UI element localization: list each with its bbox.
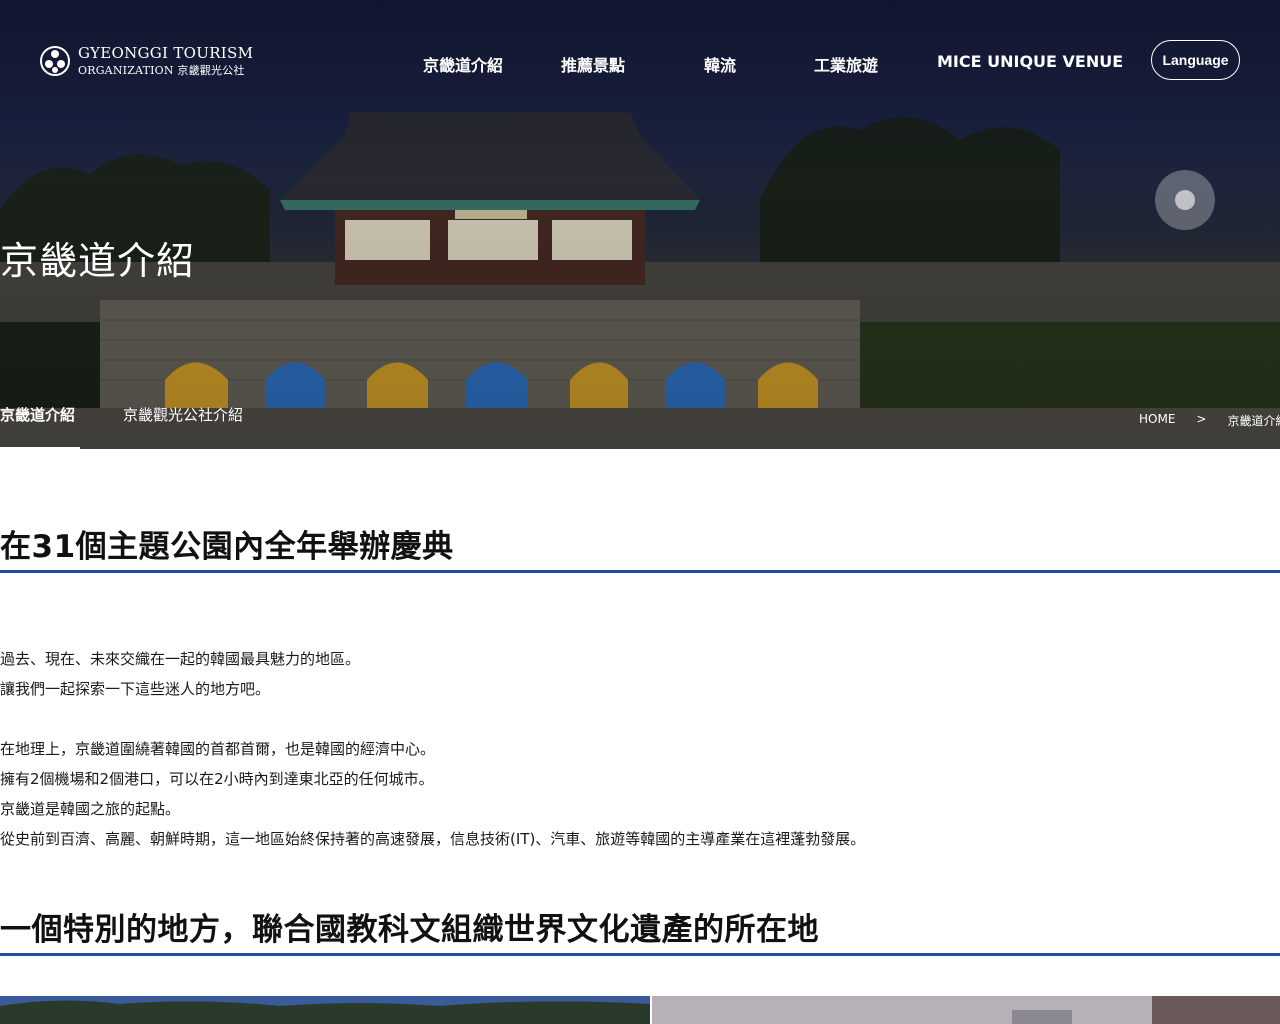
geography-line-2: 擁有2個機場和2個港口，可以在2小時內到達東北亞的任何城市。 — [0, 770, 434, 788]
nav-item-hallyu[interactable]: 韓流 — [704, 52, 736, 76]
geography-line-4: 從史前到百濟、高麗、朝鮮時期，這一地區始終保持著的高速發展，信息技術(IT)、汽… — [0, 830, 866, 848]
section-title-unesco: 一個特別的地方，聯合國教科文組織世界文化遺產的所在地 — [0, 912, 819, 948]
breadcrumb: HOME > 京畿道介紹 — [1139, 412, 1280, 429]
hero-banner: GYEONGGI TOURISM ORGANIZATION 京畿觀光公社 京畿道… — [0, 0, 1280, 449]
breadcrumb-separator: > — [1196, 412, 1207, 426]
geography-line-3: 京畿道是韓國之旅的起點。 — [0, 800, 181, 818]
geography-line-1: 在地理上，京畿道圍繞著韓國的首都首爾，也是韓國的經濟中心。 — [0, 740, 436, 758]
nav-item-recommended-spots[interactable]: 推薦景點 — [561, 52, 625, 76]
page-title: 京畿道介紹 — [0, 239, 196, 283]
active-tab-indicator — [0, 447, 80, 449]
subtab-gyeonggi-intro[interactable]: 京畿道介紹 — [0, 404, 75, 425]
section-title-festivals: 在31個主題公園內全年舉辦慶典 — [0, 529, 454, 565]
nav-item-mice-venue[interactable]: MICE UNIQUE VENUE — [937, 52, 1123, 71]
breadcrumb-home[interactable]: HOME — [1139, 412, 1175, 429]
subtab-gto-intro[interactable]: 京畿觀光公社介紹 — [123, 404, 243, 425]
main-nav: 京畿道介紹 推薦景點 韓流 工業旅遊 MICE UNIQUE VENUE — [0, 52, 1280, 76]
section-divider — [0, 570, 1280, 573]
breadcrumb-current: 京畿道介紹 — [1227, 414, 1280, 428]
nav-item-gyeonggi-intro[interactable]: 京畿道介紹 — [423, 52, 503, 76]
heritage-photo-right — [652, 996, 1280, 1024]
heritage-photo-left — [0, 996, 650, 1024]
language-button[interactable]: Language — [1151, 40, 1240, 80]
section-divider — [0, 953, 1280, 956]
intro-line-2: 讓我們一起探索一下這些迷人的地方吧。 — [0, 680, 271, 698]
nav-item-industrial-tourism[interactable]: 工業旅遊 — [814, 52, 878, 76]
intro-line-1: 過去、現在、未來交織在一起的韓國最具魅力的地區。 — [0, 650, 361, 668]
